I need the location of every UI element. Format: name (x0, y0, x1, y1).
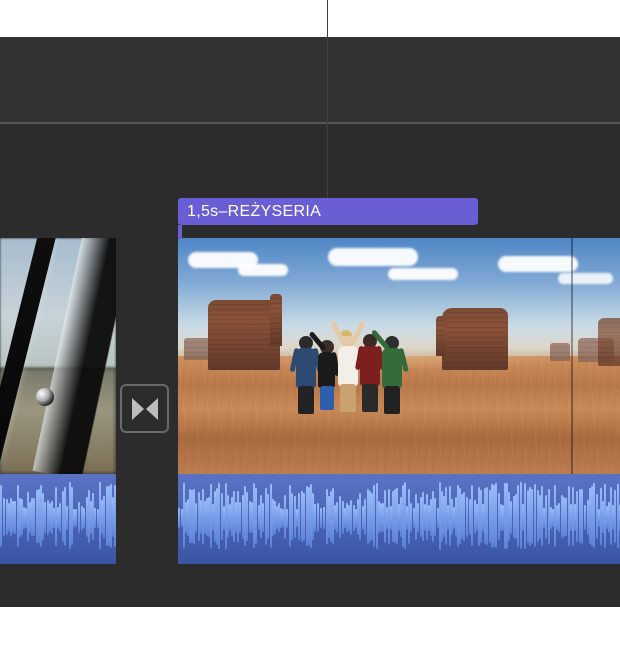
transition-icon (130, 394, 160, 424)
timeline-area: 1,5s – REŻYSERIA (0, 0, 620, 646)
clip-1-video[interactable] (0, 238, 116, 474)
title-separator: – (218, 203, 227, 221)
title-duration: 1,5s (187, 203, 218, 221)
toolbar-background (0, 37, 620, 122)
transition-cross-dissolve[interactable] (120, 384, 169, 433)
clip-2-frame-divider (571, 238, 573, 474)
clip-2-video[interactable] (178, 238, 620, 474)
clip-2-audio[interactable] (178, 474, 620, 564)
title-overlay-bar[interactable]: 1,5s – REŻYSERIA (178, 198, 478, 225)
title-name: REŻYSERIA (228, 203, 321, 221)
clip-1-audio[interactable] (0, 474, 116, 564)
title-start-marker (178, 225, 182, 239)
callout-leader-line (327, 0, 328, 198)
